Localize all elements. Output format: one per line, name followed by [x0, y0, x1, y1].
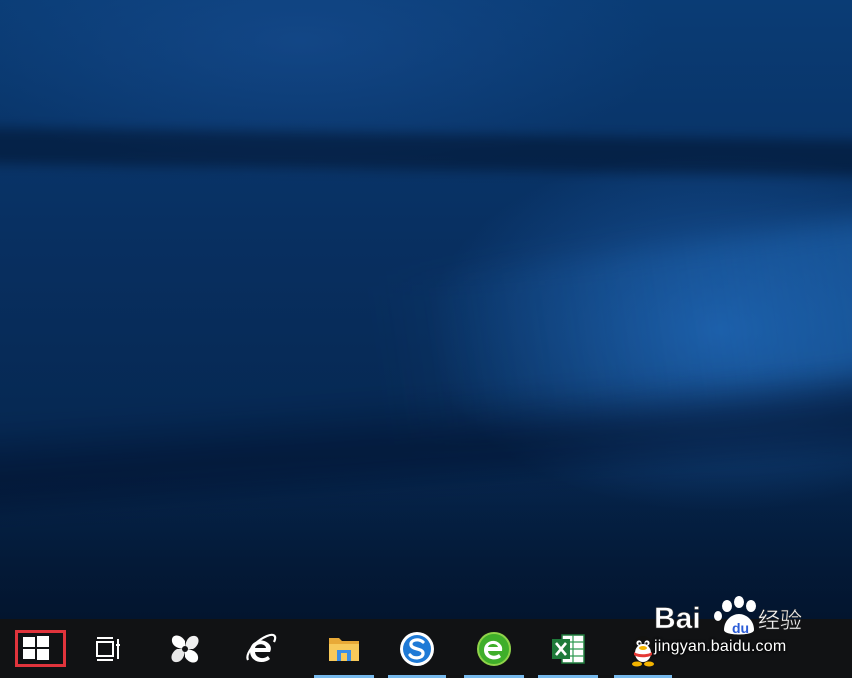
folder-icon	[329, 637, 359, 661]
file-explorer[interactable]	[314, 619, 374, 678]
pinwheel-icon	[171, 634, 199, 663]
task-view-icon	[96, 636, 120, 661]
svg-text:du: du	[732, 620, 749, 636]
ie-icon	[246, 633, 277, 662]
watermark-brand-left: Bai	[654, 602, 701, 635]
360-browser[interactable]	[464, 619, 524, 678]
internet-explorer[interactable]	[234, 619, 288, 678]
watermark-url: jingyan.baidu.com	[654, 638, 787, 655]
green-e-icon	[477, 631, 511, 666]
baidu-paw-icon: du	[714, 596, 756, 636]
start-button[interactable]	[0, 619, 80, 678]
pinwheel-app[interactable]	[158, 619, 212, 678]
sogou-browser[interactable]	[388, 619, 446, 678]
excel[interactable]	[538, 619, 598, 678]
watermark-brand-right: 经验	[758, 609, 802, 634]
sogou-s-icon	[400, 631, 434, 666]
task-view-button[interactable]	[80, 619, 138, 678]
excel-icon	[552, 633, 585, 664]
windows-logo-icon	[23, 636, 49, 660]
wallpaper-light-beam	[0, 127, 852, 177]
desktop-wallpaper	[0, 0, 852, 619]
